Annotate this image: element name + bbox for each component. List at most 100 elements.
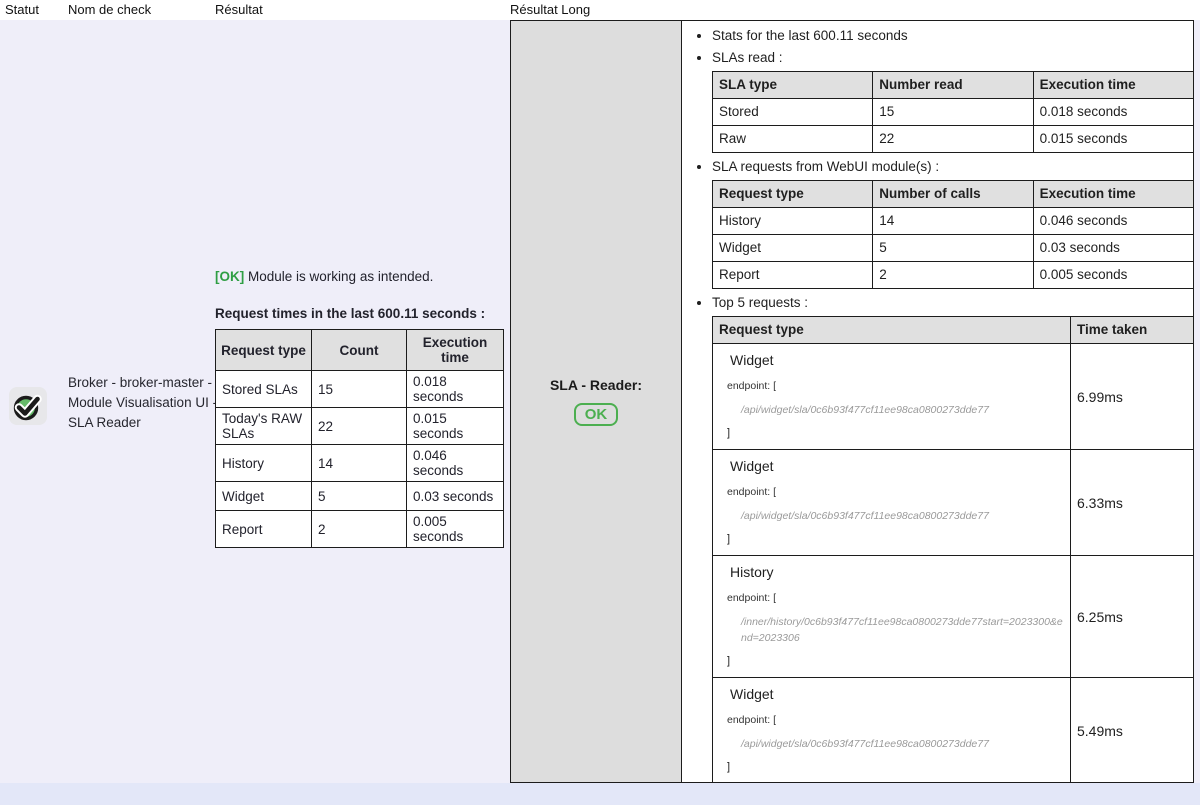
cell-request-type: History: [713, 208, 873, 235]
request-times-title: Request times in the last 600.11 seconds…: [215, 306, 503, 321]
cell-request-type: Report: [713, 262, 873, 289]
webui-header-calls: Number of calls: [873, 181, 1033, 208]
cell-time-taken: 5.49ms: [1071, 678, 1194, 783]
table-row: Widget 5 0.03 seconds: [713, 235, 1194, 262]
bullet-slas-read-label: SLAs read :: [712, 50, 783, 65]
cell-exec-time: 0.005 seconds: [1033, 262, 1193, 289]
cell-number-read: 22: [873, 126, 1033, 153]
cell-calls: 14: [873, 208, 1033, 235]
cell-count: 2: [312, 511, 407, 548]
cell-time-taken: 6.33ms: [1071, 450, 1194, 556]
table-row: Report 2 0.005 seconds: [216, 511, 504, 548]
check-circle-icon: [8, 386, 48, 426]
endpoint-open: endpoint: [: [727, 481, 1064, 503]
request-times-header-count: Count: [312, 330, 407, 371]
cell-calls: 5: [873, 235, 1033, 262]
table-row: History endpoint: [ /inner/history/0c6b9…: [713, 556, 1194, 678]
column-header-resultat[interactable]: Résultat: [215, 2, 263, 17]
webui-header-exec: Execution time: [1033, 181, 1193, 208]
table-row: Widget endpoint: [ /api/widget/sla/0c6b9…: [713, 678, 1194, 783]
slas-read-header-type: SLA type: [713, 72, 873, 99]
resultat-long-content: Stats for the last 600.11 seconds SLAs r…: [682, 21, 1193, 782]
cell-request-detail: Widget endpoint: [ /api/widget/sla/0c6b9…: [713, 678, 1071, 783]
check-result-row[interactable]: Broker - broker-master - Module Visualis…: [0, 20, 1200, 783]
bullet-slas-read: SLAs read : SLA type Number read Executi…: [712, 47, 1189, 153]
bullet-webui: SLA requests from WebUI module(s) : Requ…: [712, 156, 1189, 289]
column-header-nom-de-check[interactable]: Nom de check: [68, 2, 151, 17]
table-row: Report 2 0.005 seconds: [713, 262, 1194, 289]
cell-time-taken: 6.25ms: [1071, 556, 1194, 678]
endpoint-path: /api/widget/sla/0c6b93f477cf11ee98ca0800…: [741, 402, 1064, 418]
cell-exec-time: 0.018 seconds: [1033, 99, 1193, 126]
cell-request-type: History: [216, 445, 312, 482]
column-header-resultat-long[interactable]: Résultat Long: [510, 2, 590, 17]
table-row: Widget endpoint: [ /api/widget/sla/0c6b9…: [713, 450, 1194, 556]
table-row: Widget 5 0.03 seconds: [216, 482, 504, 511]
table-row: Stored 15 0.018 seconds: [713, 99, 1194, 126]
table-row: Widget endpoint: [ /api/widget/sla/0c6b9…: [713, 344, 1194, 450]
endpoint-open: endpoint: [: [727, 587, 1064, 609]
cell-request-type: Report: [216, 511, 312, 548]
column-header-statut[interactable]: Statut: [5, 2, 39, 17]
slas-read-header-exec: Execution time: [1033, 72, 1193, 99]
cell-number-read: 15: [873, 99, 1033, 126]
table-row: History 14 0.046 seconds: [713, 208, 1194, 235]
status-ok-tag: [OK]: [215, 269, 244, 284]
endpoint-close: ]: [727, 422, 1064, 444]
cell-calls: 2: [873, 262, 1033, 289]
endpoint-path: /inner/history/0c6b93f477cf11ee98ca08002…: [741, 614, 1064, 646]
webui-header-type: Request type: [713, 181, 873, 208]
top5-header-type: Request type: [713, 317, 1071, 344]
request-times-header-exec: Execution time: [407, 330, 504, 371]
bullet-top5-label: Top 5 requests :: [712, 295, 808, 310]
slas-read-table: SLA type Number read Execution time Stor…: [712, 71, 1193, 153]
cell-exec-time: 0.018 seconds: [407, 371, 504, 408]
bullet-stats: Stats for the last 600.11 seconds: [712, 25, 1189, 47]
webui-requests-table: Request type Number of calls Execution t…: [712, 180, 1193, 289]
endpoint-close: ]: [727, 528, 1064, 550]
request-times-header-type: Request type: [216, 330, 312, 371]
request-type: Widget: [730, 683, 1064, 705]
cell-request-type: Stored SLAs: [216, 371, 312, 408]
cell-request-detail: Widget endpoint: [ /api/widget/sla/0c6b9…: [713, 344, 1071, 450]
cell-sla-type: Stored: [713, 99, 873, 126]
cell-request-detail: History endpoint: [ /inner/history/0c6b9…: [713, 556, 1071, 678]
cell-count: 15: [312, 371, 407, 408]
cell-exec-time: 0.03 seconds: [407, 482, 504, 511]
cell-exec-time: 0.015 seconds: [1033, 126, 1193, 153]
result-bullet-list: Stats for the last 600.11 seconds SLAs r…: [682, 25, 1189, 782]
table-row: Stored SLAs 15 0.018 seconds: [216, 371, 504, 408]
request-type: Widget: [730, 455, 1064, 477]
endpoint-path: /api/widget/sla/0c6b93f477cf11ee98ca0800…: [741, 508, 1064, 524]
cell-count: 22: [312, 408, 407, 445]
cell-exec-time: 0.046 seconds: [1033, 208, 1193, 235]
request-type: History: [730, 561, 1064, 583]
result-column: [OK] Module is working as intended. Requ…: [215, 269, 503, 548]
endpoint-close: ]: [727, 650, 1064, 672]
cell-count: 5: [312, 482, 407, 511]
endpoint-path: /api/widget/sla/0c6b93f477cf11ee98ca0800…: [741, 736, 1064, 752]
cell-request-type: Today's RAW SLAs: [216, 408, 312, 445]
sla-reader-title: SLA - Reader:: [550, 377, 642, 393]
endpoint-open: endpoint: [: [727, 709, 1064, 731]
sla-reader-label-cell: SLA - Reader: OK: [511, 21, 682, 782]
cell-request-type: Widget: [713, 235, 873, 262]
bullet-top5: Top 5 requests : Request type Time taken: [712, 292, 1189, 782]
cell-count: 14: [312, 445, 407, 482]
cell-exec-time: 0.005 seconds: [407, 511, 504, 548]
top5-requests-table: Request type Time taken Widget endpoint:…: [712, 316, 1193, 782]
check-name: Broker - broker-master - Module Visualis…: [68, 373, 220, 433]
column-header-bar: Statut Nom de check Résultat Résultat Lo…: [0, 0, 1200, 20]
cell-time-taken: 6.99ms: [1071, 344, 1194, 450]
table-row: Raw 22 0.015 seconds: [713, 126, 1194, 153]
endpoint-close: ]: [727, 756, 1064, 778]
table-row: Today's RAW SLAs 22 0.015 seconds: [216, 408, 504, 445]
top5-header-time: Time taken: [1071, 317, 1194, 344]
cell-exec-time: 0.03 seconds: [1033, 235, 1193, 262]
request-type: Widget: [730, 349, 1064, 371]
resultat-long-panel: SLA - Reader: OK Stats for the last 600.…: [510, 20, 1194, 783]
cell-exec-time: 0.015 seconds: [407, 408, 504, 445]
cell-request-detail: Widget endpoint: [ /api/widget/sla/0c6b9…: [713, 450, 1071, 556]
ok-status-badge: OK: [574, 403, 619, 426]
request-times-table: Request type Count Execution time Stored…: [215, 329, 504, 548]
